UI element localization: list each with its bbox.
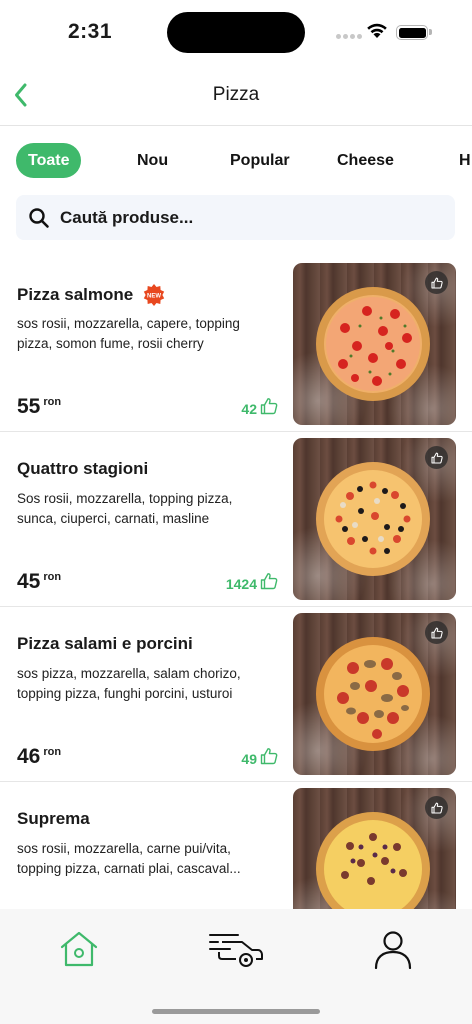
product-name: Quattro stagioni	[17, 459, 149, 478]
battery-icon	[396, 25, 428, 40]
favorite-button[interactable]	[425, 271, 448, 294]
product-description: Sos rosii, mozzarella, topping pizza, su…	[17, 491, 233, 526]
thumbs-up-icon	[430, 627, 443, 639]
thumbs-up-icon	[430, 452, 443, 464]
delivery-car-icon	[209, 934, 263, 967]
product-name: Pizza salmone	[17, 285, 134, 304]
product-price: 55 ron	[17, 395, 62, 418]
favorite-button[interactable]	[425, 446, 448, 469]
status-time: 2:31	[68, 20, 113, 43]
product-price: 46 ron	[17, 745, 62, 768]
search-input[interactable]	[60, 207, 430, 228]
product-description: sos pizza, mozzarella, salam chorizo, to…	[17, 666, 241, 701]
page-title: Pizza	[212, 84, 260, 105]
product-list: Pizza salmone NEW sos rosii, mozzarella,…	[0, 257, 472, 909]
cellular-signal-icon	[336, 34, 362, 39]
pizza-image	[315, 811, 431, 909]
tab-profile[interactable]	[363, 927, 423, 971]
thumbs-up-icon	[260, 573, 278, 590]
tab-home[interactable]	[49, 927, 109, 971]
tab-popular[interactable]: Popular	[230, 143, 290, 178]
dynamic-island	[167, 12, 305, 53]
pizza-image	[315, 461, 431, 577]
category-tabs: Toate Nou Popular Cheese H	[0, 143, 472, 179]
likes-count[interactable]: 1424	[226, 572, 278, 592]
favorite-button[interactable]	[425, 621, 448, 644]
tab-delivery[interactable]	[206, 927, 266, 971]
bottom-tab-bar	[0, 909, 472, 1024]
product-description: sos rosii, mozzarella, carne pui/vita, t…	[17, 841, 241, 876]
thumbs-up-icon	[430, 802, 443, 814]
tab-cheese[interactable]: Cheese	[337, 143, 394, 178]
product-card[interactable]: Quattro stagioni Sos rosii, mozzarella, …	[0, 432, 472, 607]
tab-nou[interactable]: Nou	[137, 143, 168, 178]
thumbs-up-icon	[260, 398, 278, 415]
product-card[interactable]: Pizza salami e porcini sos pizza, mozzar…	[0, 607, 472, 782]
product-image	[293, 788, 456, 909]
product-card[interactable]: Pizza salmone NEW sos rosii, mozzarella,…	[0, 257, 472, 432]
profile-icon	[374, 931, 412, 969]
thumbs-up-icon	[430, 277, 443, 289]
search-bar[interactable]	[16, 195, 455, 240]
likes-count[interactable]: 49	[241, 747, 278, 767]
new-badge: NEW	[143, 284, 165, 306]
svg-text:NEW: NEW	[147, 293, 161, 299]
product-card[interactable]: Suprema sos rosii, mozzarella, carne pui…	[0, 782, 472, 909]
product-description: sos rosii, mozzarella, capere, topping p…	[17, 316, 240, 351]
tab-toate[interactable]: Toate	[16, 143, 82, 178]
likes-count[interactable]: 42	[241, 397, 278, 417]
product-image	[293, 438, 456, 600]
pizza-image	[315, 286, 431, 402]
product-image	[293, 263, 456, 425]
thumbs-up-icon	[260, 748, 278, 765]
product-name: Pizza salami e porcini	[17, 634, 193, 653]
pizza-image	[315, 636, 431, 752]
search-icon	[29, 207, 49, 228]
nav-bar: Pizza	[0, 64, 472, 126]
tab-h[interactable]: H	[459, 143, 471, 178]
home-icon	[60, 931, 98, 967]
product-name: Suprema	[17, 809, 90, 828]
status-bar: 2:31	[0, 0, 472, 64]
wifi-icon	[367, 23, 387, 38]
home-indicator	[152, 1009, 320, 1014]
product-image	[293, 613, 456, 775]
product-price: 45 ron	[17, 570, 62, 593]
favorite-button[interactable]	[425, 796, 448, 819]
